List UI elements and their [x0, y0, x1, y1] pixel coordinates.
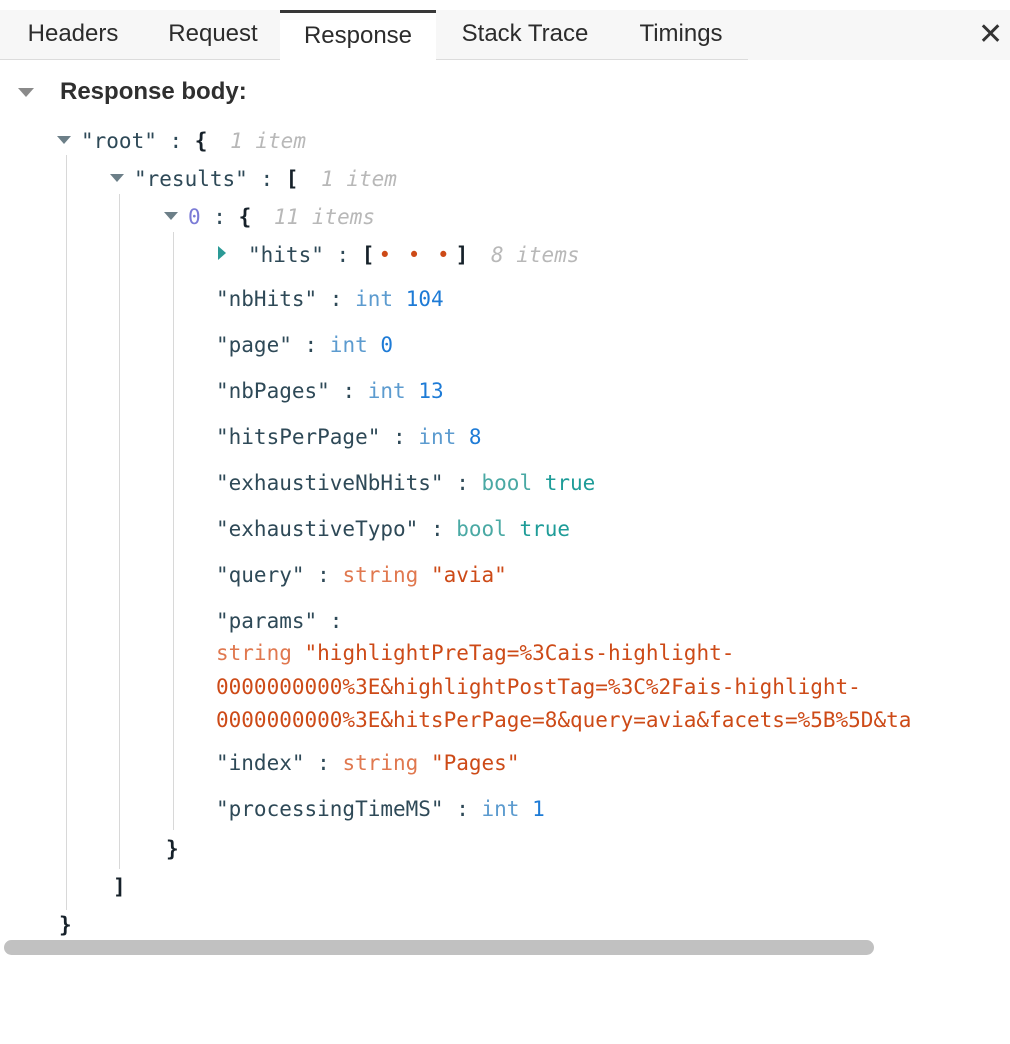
field-index: "index" : string "Pages": [216, 751, 520, 775]
node-key: "hits": [248, 243, 324, 267]
field-exhaustivetypo: "exhaustiveTypo" : bool true: [216, 517, 571, 541]
field-params: "params" :: [216, 609, 343, 633]
field-params-value-line2: 0000000000%3E&highlightPostTag=%3C%2Fais…: [216, 672, 861, 702]
type-label: string: [342, 563, 419, 587]
expand-toggle-icon[interactable]: [164, 212, 178, 220]
field-exhaustivenbhits: "exhaustiveNbHits" : bool true: [216, 471, 596, 495]
field-params-value-line1: string "highlightPreTag=%3Cais-highlight…: [216, 638, 734, 668]
indent-guide: [119, 194, 120, 869]
item-count: 1 item: [230, 129, 306, 153]
indent-guide: [66, 155, 67, 910]
type-label: int: [329, 333, 368, 357]
field-key: "query": [216, 563, 305, 587]
field-key: "nbPages": [216, 379, 330, 403]
field-key: "hitsPerPage": [216, 425, 381, 449]
field-params-value-line3: 0000000000%3E&hitsPerPage=8&query=avia&f…: [216, 705, 911, 735]
field-page: "page" : int 0: [216, 333, 394, 357]
item-count: 11 items: [273, 205, 376, 229]
expand-toggle-icon[interactable]: [110, 174, 124, 182]
horizontal-scrollbar[interactable]: [4, 940, 874, 955]
closing-brace: }: [59, 913, 72, 937]
node-key: "results": [134, 167, 248, 191]
field-processingtimems: "processingTimeMS" : int 1: [216, 797, 545, 821]
field-query: "query" : string "avia": [216, 563, 507, 587]
tree-node-root[interactable]: "root" : { 1 item: [57, 126, 306, 156]
field-value: "avia": [430, 563, 507, 587]
field-value: "highlightPreTag=%3Cais-highlight-: [304, 641, 735, 665]
type-label: int: [367, 379, 406, 403]
field-value: true: [519, 517, 571, 541]
collapsed-ellipsis[interactable]: • • •: [378, 243, 451, 267]
node-key: "root": [81, 129, 157, 153]
type-label: bool: [481, 471, 533, 495]
field-value: "Pages": [430, 751, 520, 775]
type-label: string: [216, 641, 292, 665]
field-key: "exhaustiveTypo": [216, 517, 419, 541]
type-label: int: [418, 425, 457, 449]
field-value: 104: [405, 287, 444, 311]
tree-node-results[interactable]: "results" : [ 1 item: [110, 164, 397, 194]
field-value: 13: [418, 379, 444, 403]
collapsed-toggle-icon[interactable]: [218, 246, 226, 260]
field-value: 0: [380, 333, 394, 357]
closing-brace: }: [166, 837, 179, 861]
item-count: 8 items: [490, 243, 580, 267]
tree-node-item-0[interactable]: 0 : { 11 items: [164, 202, 375, 232]
type-label: int: [355, 287, 394, 311]
field-key: "index": [216, 751, 305, 775]
item-count: 1 item: [321, 167, 397, 191]
field-value: 8: [468, 425, 482, 449]
type-label: string: [342, 751, 419, 775]
field-value: 1: [532, 797, 545, 821]
field-key: "processingTimeMS": [216, 797, 444, 821]
expand-toggle-icon[interactable]: [57, 136, 71, 144]
type-label: int: [481, 797, 520, 821]
field-key: "exhaustiveNbHits": [216, 471, 444, 495]
array-index: 0: [188, 205, 201, 229]
closing-bracket: ]: [113, 875, 126, 899]
tree-node-hits[interactable]: "hits" : [• • •] 8 items: [218, 240, 580, 270]
field-value: true: [544, 471, 596, 495]
field-value: 0000000000%3E&highlightPostTag=%3C%2Fais…: [216, 675, 861, 699]
type-label: bool: [456, 517, 507, 541]
indent-guide: [173, 232, 174, 830]
field-key: "page": [216, 333, 292, 357]
field-value: 0000000000%3E&hitsPerPage=8&query=avia&f…: [216, 708, 912, 732]
json-tree: "root" : { 1 item "results" : [ 1 item 0…: [0, 0, 1010, 940]
field-nbhits: "nbHits" : int 104: [216, 287, 444, 311]
field-hitsperpage: "hitsPerPage" : int 8: [216, 425, 482, 449]
field-key: "params": [216, 609, 318, 633]
field-nbpages: "nbPages" : int 13: [216, 379, 444, 403]
field-key: "nbHits": [216, 287, 318, 311]
